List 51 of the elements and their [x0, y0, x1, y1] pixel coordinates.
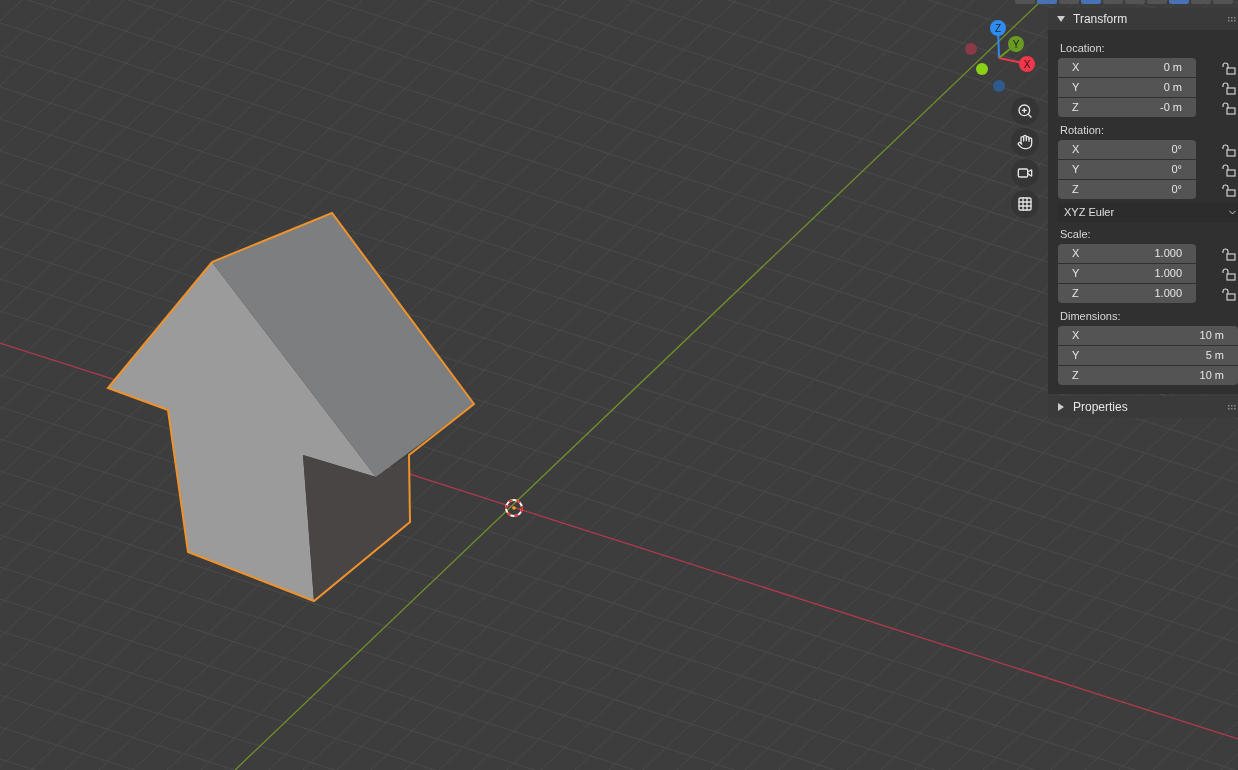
gizmo-axis-label: Z: [994, 23, 1002, 34]
unlocked-padlock-icon[interactable]: [1222, 143, 1236, 157]
unlocked-padlock-icon[interactable]: [1222, 287, 1236, 301]
group-label: Scale:: [1059, 227, 1092, 242]
panel-header[interactable]: Properties: [1048, 396, 1238, 418]
gizmo-axis-label: Y: [1012, 39, 1020, 50]
number-field[interactable]: Z -0 m: [1058, 98, 1196, 117]
drag-grip-icon[interactable]: [1228, 404, 1236, 410]
number-field[interactable]: Y 0°: [1058, 160, 1196, 179]
pan-hand-button[interactable]: [1011, 128, 1039, 156]
panel-title: Properties: [1073, 399, 1129, 416]
unlocked-padlock-icon[interactable]: [1222, 247, 1236, 261]
number-field[interactable]: X 1.000: [1058, 244, 1196, 263]
axis-gizmo-drawing[interactable]: [965, 20, 1035, 92]
camera-button[interactable]: [1011, 159, 1039, 187]
expanded-triangle-icon[interactable]: [1057, 15, 1065, 23]
number-field[interactable]: Y 5 m: [1058, 346, 1238, 365]
group-label: Location:: [1059, 41, 1106, 56]
zoom-in-button[interactable]: [1011, 97, 1039, 125]
header-toggle-button[interactable]: [1169, 0, 1189, 4]
number-field[interactable]: Y 1.000: [1058, 264, 1196, 283]
drag-grip-icon[interactable]: [1228, 16, 1236, 22]
grid-view-button[interactable]: [1011, 190, 1039, 218]
unlocked-padlock-icon[interactable]: [1222, 61, 1236, 75]
collapsed-triangle-icon[interactable]: [1057, 403, 1065, 411]
unlocked-padlock-icon[interactable]: [1222, 81, 1236, 95]
zoom-in-icon: [1017, 103, 1033, 119]
panel-title: Transform: [1073, 11, 1129, 28]
number-field[interactable]: Z 1.000: [1058, 284, 1196, 303]
header-toggle-button[interactable]: [1037, 0, 1057, 4]
number-field[interactable]: Y 0 m: [1058, 78, 1196, 97]
number-field[interactable]: X 0 m: [1058, 58, 1196, 77]
unlocked-padlock-icon[interactable]: [1222, 267, 1236, 281]
video-camera-icon: [1017, 165, 1033, 181]
number-field[interactable]: X 0°: [1058, 140, 1196, 159]
number-field[interactable]: Z 10 m: [1058, 366, 1238, 385]
rotation-mode-dropdown[interactable]: XYZ Euler: [1058, 203, 1238, 222]
unlocked-padlock-icon[interactable]: [1222, 101, 1236, 115]
house-model-drawing[interactable]: [106, 211, 476, 603]
grid-icon: [1017, 196, 1033, 212]
panel-header[interactable]: Transform: [1048, 8, 1238, 30]
3d-cursor-icon[interactable]: [505, 499, 523, 517]
number-field[interactable]: Z 0°: [1058, 180, 1196, 199]
unlocked-padlock-icon[interactable]: [1222, 183, 1236, 197]
number-field[interactable]: X 10 m: [1058, 326, 1238, 345]
unlocked-padlock-icon[interactable]: [1222, 163, 1236, 177]
group-label: Dimensions:: [1059, 309, 1122, 324]
gizmo-axis-label: X: [1023, 59, 1031, 70]
group-label: Rotation:: [1059, 123, 1106, 138]
header-toggle-button[interactable]: [1081, 0, 1101, 4]
hand-icon: [1017, 134, 1033, 150]
